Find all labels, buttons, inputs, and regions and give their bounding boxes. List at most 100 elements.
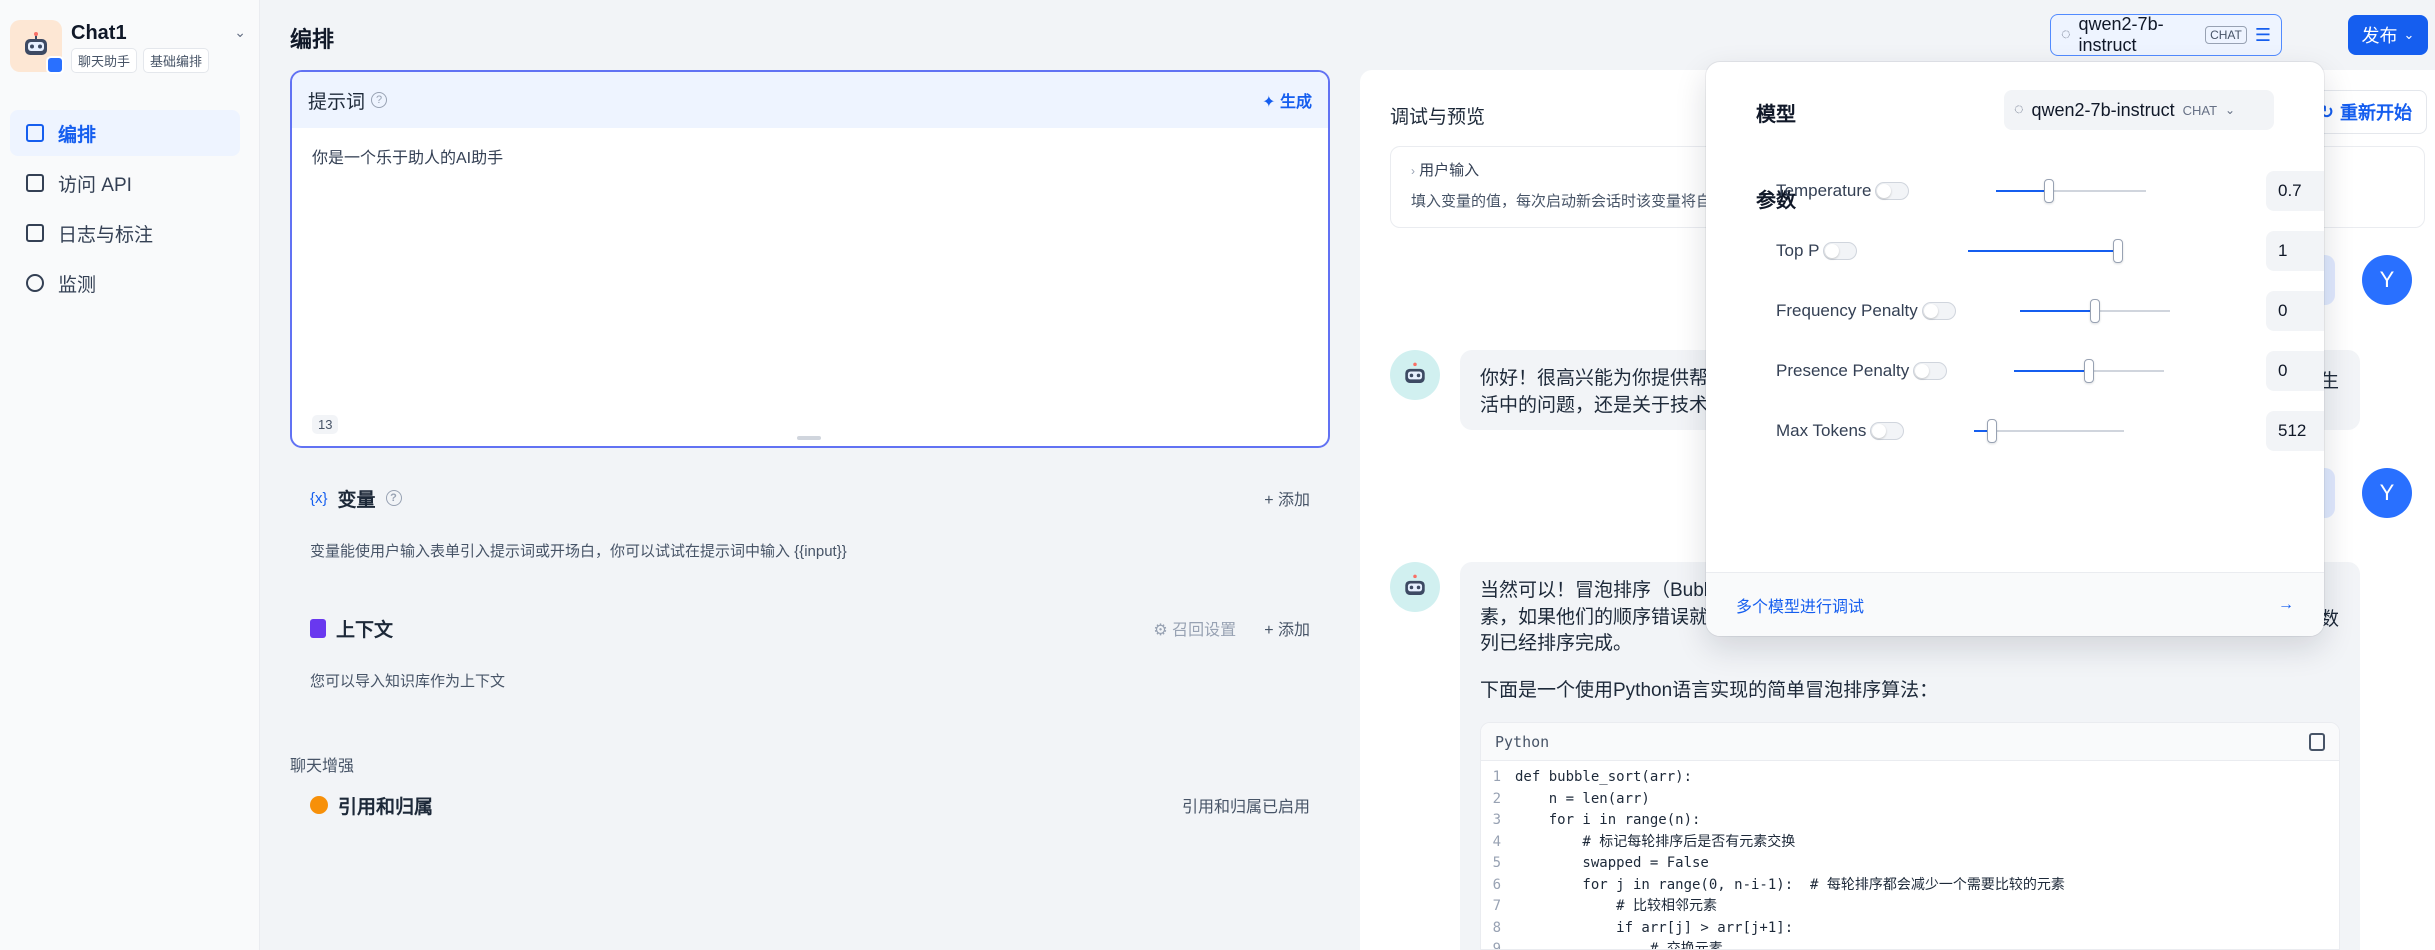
sidebar-item-label: 监测 — [58, 274, 97, 296]
slider-fill — [2020, 310, 2095, 312]
param-name: Frequency Penalty — [1776, 301, 1918, 320]
code-text: swapped = False — [1515, 855, 1709, 871]
slider-fill — [1968, 250, 2118, 252]
line-number: 2 — [1492, 790, 1501, 807]
generate-button[interactable]: ✦ 生成 — [1262, 88, 1312, 112]
param-slider[interactable] — [1968, 239, 2123, 263]
sidebar-item-api[interactable]: 访问 API — [10, 160, 240, 206]
citation-title: 引用和归属 — [338, 796, 434, 818]
param-value-input[interactable]: 1 — [2266, 231, 2324, 271]
slider-thumb[interactable] — [2113, 239, 2123, 263]
help-icon[interactable]: ? — [371, 92, 388, 108]
model-name: qwen2-7b-instruct — [2031, 99, 2175, 120]
param-toggle[interactable] — [1870, 422, 1905, 440]
slider-fill — [1996, 190, 2049, 192]
bot-avatar — [1390, 350, 1440, 400]
slider-thumb[interactable] — [2043, 179, 2054, 203]
sidebar-item-logs[interactable]: 日志与标注 — [10, 210, 240, 256]
context-title: 上下文 — [336, 619, 394, 641]
prompt-editor: 提示词 ? ✦ 生成 你是一个乐于助人的AI助手 13 — [290, 70, 1330, 448]
line-number: 3 — [1492, 812, 1501, 828]
variables-description: 变量能使用户输入表单引入提示词或开场白，你可以试试在提示词中输入 {{input… — [310, 543, 847, 560]
multi-model-label: 多个模型进行调试 — [1736, 598, 1865, 616]
code-line: 4 # 标记每轮排序后是否有元素交换 — [1481, 832, 2339, 854]
line-number: 9 — [1492, 941, 1501, 950]
param-value-input[interactable]: 0 — [2266, 291, 2324, 331]
citation-section[interactable]: 引用和归属 引用和归属已启用 — [290, 776, 1330, 834]
code-lines: 1 def bubble_sort(arr): 2 n = len(arr) 3 fo… — [1481, 761, 2339, 950]
line-number: 6 — [1492, 876, 1501, 893]
user-avatar: Y — [2362, 468, 2412, 518]
slider-thumb[interactable] — [1987, 419, 1997, 443]
prompt-title: 提示词 — [308, 91, 366, 113]
model-dropdown[interactable]: ◌ qwen2-7b-instruct CHAT ⌄ — [2004, 90, 2274, 130]
app-header[interactable]: Chat1 ⌄ 聊天助手 基础编排 — [10, 20, 250, 74]
code-text: # 比较相邻元素 — [1515, 898, 1718, 914]
code-line: 7 # 比较相邻元素 — [1481, 896, 2339, 918]
code-text: # 交换元素 — [1515, 941, 1723, 950]
chevron-down-icon[interactable]: ⌄ — [234, 24, 246, 41]
slider-fill — [2014, 370, 2089, 372]
code-text: for i in range(n): — [1515, 812, 1701, 828]
code-line: 9 # 交换元素 — [1481, 939, 2339, 950]
bot-avatar — [1390, 562, 1440, 612]
app-tag: 基础编排 — [143, 48, 210, 73]
slider-thumb[interactable] — [2090, 299, 2100, 323]
param-toggle[interactable] — [1823, 242, 1858, 260]
param-slider[interactable] — [1996, 179, 2146, 203]
model-type-label: CHAT — [2182, 102, 2218, 118]
user-input-title: 用户输入 — [1419, 162, 1480, 179]
app-name: Chat1 — [71, 22, 127, 44]
code-text: # 标记每轮排序后是否有元素交换 — [1515, 833, 1796, 850]
model-selector-button[interactable]: ◌ qwen2-7b-instruct CHAT ☰ — [2050, 14, 2282, 56]
prompt-textarea[interactable]: 你是一个乐于助人的AI助手 — [292, 128, 1328, 184]
code-text: for j in range(0, n-i-1): # 每轮排序都会减少一个需要… — [1515, 876, 2065, 893]
param-toggle[interactable] — [1921, 302, 1956, 320]
param-slider[interactable] — [2020, 299, 2170, 323]
param-value-input[interactable]: 0.7 — [2266, 171, 2324, 211]
context-section: 上下文 ⚙ 召回设置 + 添加 您可以导入知识库作为上下文 — [290, 600, 1330, 714]
code-text: def bubble_sort(arr): — [1515, 769, 1693, 785]
resize-handle[interactable] — [797, 436, 821, 440]
sidebar: Chat1 ⌄ 聊天助手 基础编排 编排 访问 API 日志与标注 监测 — [0, 0, 260, 950]
param-name: Presence Penalty — [1776, 361, 1910, 380]
bot-message-line: 下面是一个使用Python语言实现的简单冒泡排序算法： — [1480, 679, 1939, 701]
param-row: Frequency Penalty 0 — [1776, 290, 2324, 332]
robot-icon — [1405, 574, 1425, 595]
slider-thumb[interactable] — [2084, 359, 2094, 383]
param-toggle[interactable] — [1875, 182, 1910, 200]
code-line: 1 def bubble_sort(arr): — [1481, 767, 2339, 789]
param-value-input[interactable]: 0 — [2266, 351, 2324, 391]
sidebar-item-orchestrate[interactable]: 编排 — [10, 110, 240, 156]
add-context-button[interactable]: + 添加 — [1264, 616, 1310, 640]
param-slider[interactable] — [1974, 419, 2124, 443]
code-line: 6 for j in range(0, n-i-1): # 每轮排序都会减少一个… — [1481, 875, 2339, 897]
recall-settings-button[interactable]: ⚙ 召回设置 — [1153, 616, 1236, 640]
param-slider[interactable] — [2014, 359, 2164, 383]
app-type-badge — [46, 56, 64, 74]
sidebar-item-label: 编排 — [58, 124, 97, 146]
dashboard-icon — [26, 274, 44, 292]
model-name: qwen2-7b-instruct — [2078, 14, 2164, 55]
char-count: 13 — [312, 415, 339, 434]
publish-button[interactable]: 发布 ⌄ — [2348, 15, 2428, 55]
sidebar-item-monitor[interactable]: 监测 — [10, 260, 240, 306]
document-icon — [310, 618, 326, 638]
code-language: Python — [1495, 732, 1550, 751]
sliders-icon: ☰ — [2254, 24, 2271, 45]
add-variable-button[interactable]: + 添加 — [1264, 486, 1310, 510]
citation-status: 引用和归属已启用 — [1181, 799, 1310, 816]
variables-section: {x} 变量 ? + 添加 变量能使用户输入表单引入提示词或开场白，你可以试试在… — [290, 470, 1330, 582]
model-icon: ◌ — [2061, 26, 2071, 43]
code-text: n = len(arr) — [1515, 790, 1650, 807]
context-description: 您可以导入知识库作为上下文 — [310, 673, 506, 690]
multi-model-debug-button[interactable]: 多个模型进行调试 → — [1706, 572, 2324, 636]
help-icon[interactable]: ? — [385, 490, 402, 506]
sidebar-item-label: 访问 API — [58, 174, 132, 196]
copy-icon[interactable] — [2309, 732, 2325, 751]
add-label: 添加 — [1277, 622, 1310, 639]
variables-title: 变量 — [337, 489, 376, 511]
param-value-input[interactable]: 512 — [2266, 411, 2324, 451]
param-toggle[interactable] — [1913, 362, 1948, 380]
code-line: 5 swapped = False — [1481, 853, 2339, 875]
